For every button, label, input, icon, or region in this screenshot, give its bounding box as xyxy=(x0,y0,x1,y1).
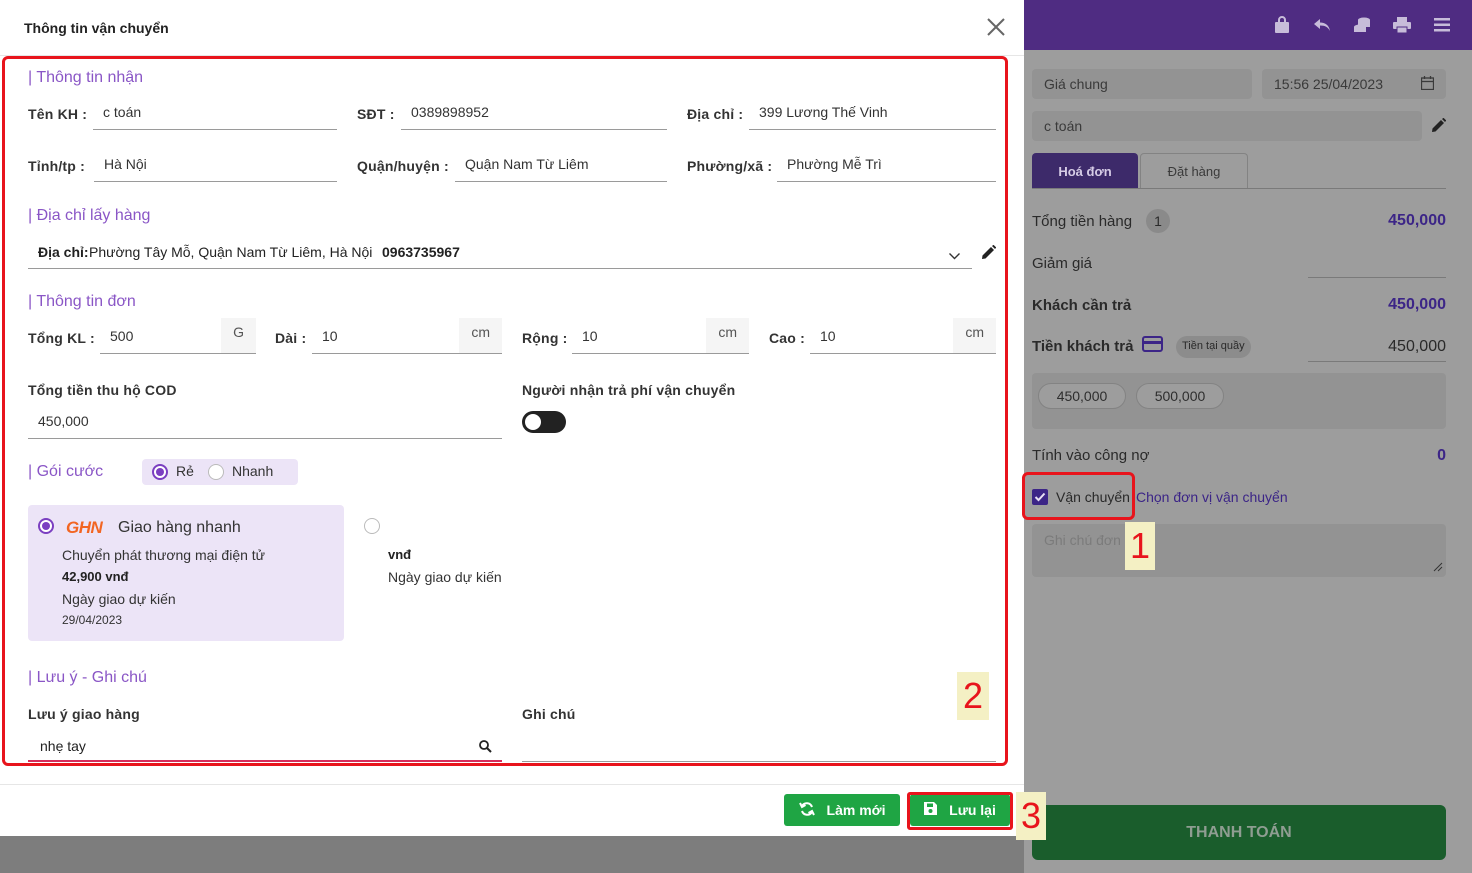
annotation-box-3 xyxy=(907,792,1013,830)
modal-title: Thông tin vận chuyển xyxy=(24,19,169,36)
credit-card-icon[interactable] xyxy=(1142,336,1163,355)
printer-icon[interactable] xyxy=(1382,0,1422,50)
close-icon[interactable] xyxy=(986,13,1006,43)
debt-label: Tính vào công nợ xyxy=(1032,447,1150,464)
datetime-field[interactable]: 15:56 25/04/2023 xyxy=(1262,69,1446,99)
annotation-number-2: 2 xyxy=(957,672,989,720)
tab-divider xyxy=(1032,188,1446,189)
total-goods-count: 1 xyxy=(1146,209,1170,233)
tab-order[interactable]: Đặt hàng xyxy=(1140,153,1248,189)
customer-pays-value: 450,000 xyxy=(1388,296,1446,313)
discount-label: Giảm giá xyxy=(1032,255,1093,272)
order-note-textarea[interactable]: Ghi chú đơn hàng xyxy=(1032,524,1446,577)
annotation-number-3: 3 xyxy=(1016,792,1046,840)
customer-pays-label: Khách cần trả xyxy=(1032,297,1132,314)
quick-amount-1[interactable]: 450,000 xyxy=(1038,383,1126,409)
bag-icon[interactable] xyxy=(1262,0,1302,50)
datetime-value: 15:56 25/04/2023 xyxy=(1274,76,1383,92)
refresh-icon xyxy=(798,801,815,819)
resize-handle-icon xyxy=(1433,559,1443,575)
undo-icon[interactable] xyxy=(1302,0,1342,50)
refresh-label: Làm mới xyxy=(826,802,886,818)
quick-amount-2[interactable]: 500,000 xyxy=(1136,383,1224,409)
price-list-select[interactable]: Giá chung xyxy=(1032,69,1252,99)
total-goods-value: 450,000 xyxy=(1388,212,1446,229)
payment-method-chip[interactable]: Tiền tại quầy xyxy=(1176,336,1251,358)
annotation-box-2 xyxy=(2,56,1008,766)
customer-field[interactable]: c toán xyxy=(1032,111,1422,141)
choose-carrier-link[interactable]: Chọn đơn vị vận chuyển xyxy=(1136,489,1288,505)
customer-paid-value[interactable]: 450,000 xyxy=(1388,338,1446,356)
pos-topbar xyxy=(1024,0,1472,50)
total-goods-label: Tổng tiền hàng xyxy=(1032,213,1133,230)
discount-input[interactable] xyxy=(1308,277,1446,278)
tab-invoice[interactable]: Hoá đơn xyxy=(1032,153,1138,189)
menu-icon[interactable] xyxy=(1422,0,1462,50)
modal-header: Thông tin vận chuyển xyxy=(0,0,1024,56)
annotation-number-1: 1 xyxy=(1125,522,1155,570)
checkout-button[interactable]: THANH TOÁN xyxy=(1032,805,1446,860)
coins-icon[interactable] xyxy=(1342,0,1382,50)
debt-value: 0 xyxy=(1437,447,1446,464)
annotation-box-1 xyxy=(1022,472,1135,520)
edit-customer-icon[interactable] xyxy=(1431,117,1447,136)
refresh-button[interactable]: Làm mới xyxy=(784,794,900,826)
calendar-icon xyxy=(1420,76,1435,93)
customer-paid-underline xyxy=(1308,361,1446,362)
customer-paid-label: Tiền khách trả xyxy=(1032,338,1134,355)
